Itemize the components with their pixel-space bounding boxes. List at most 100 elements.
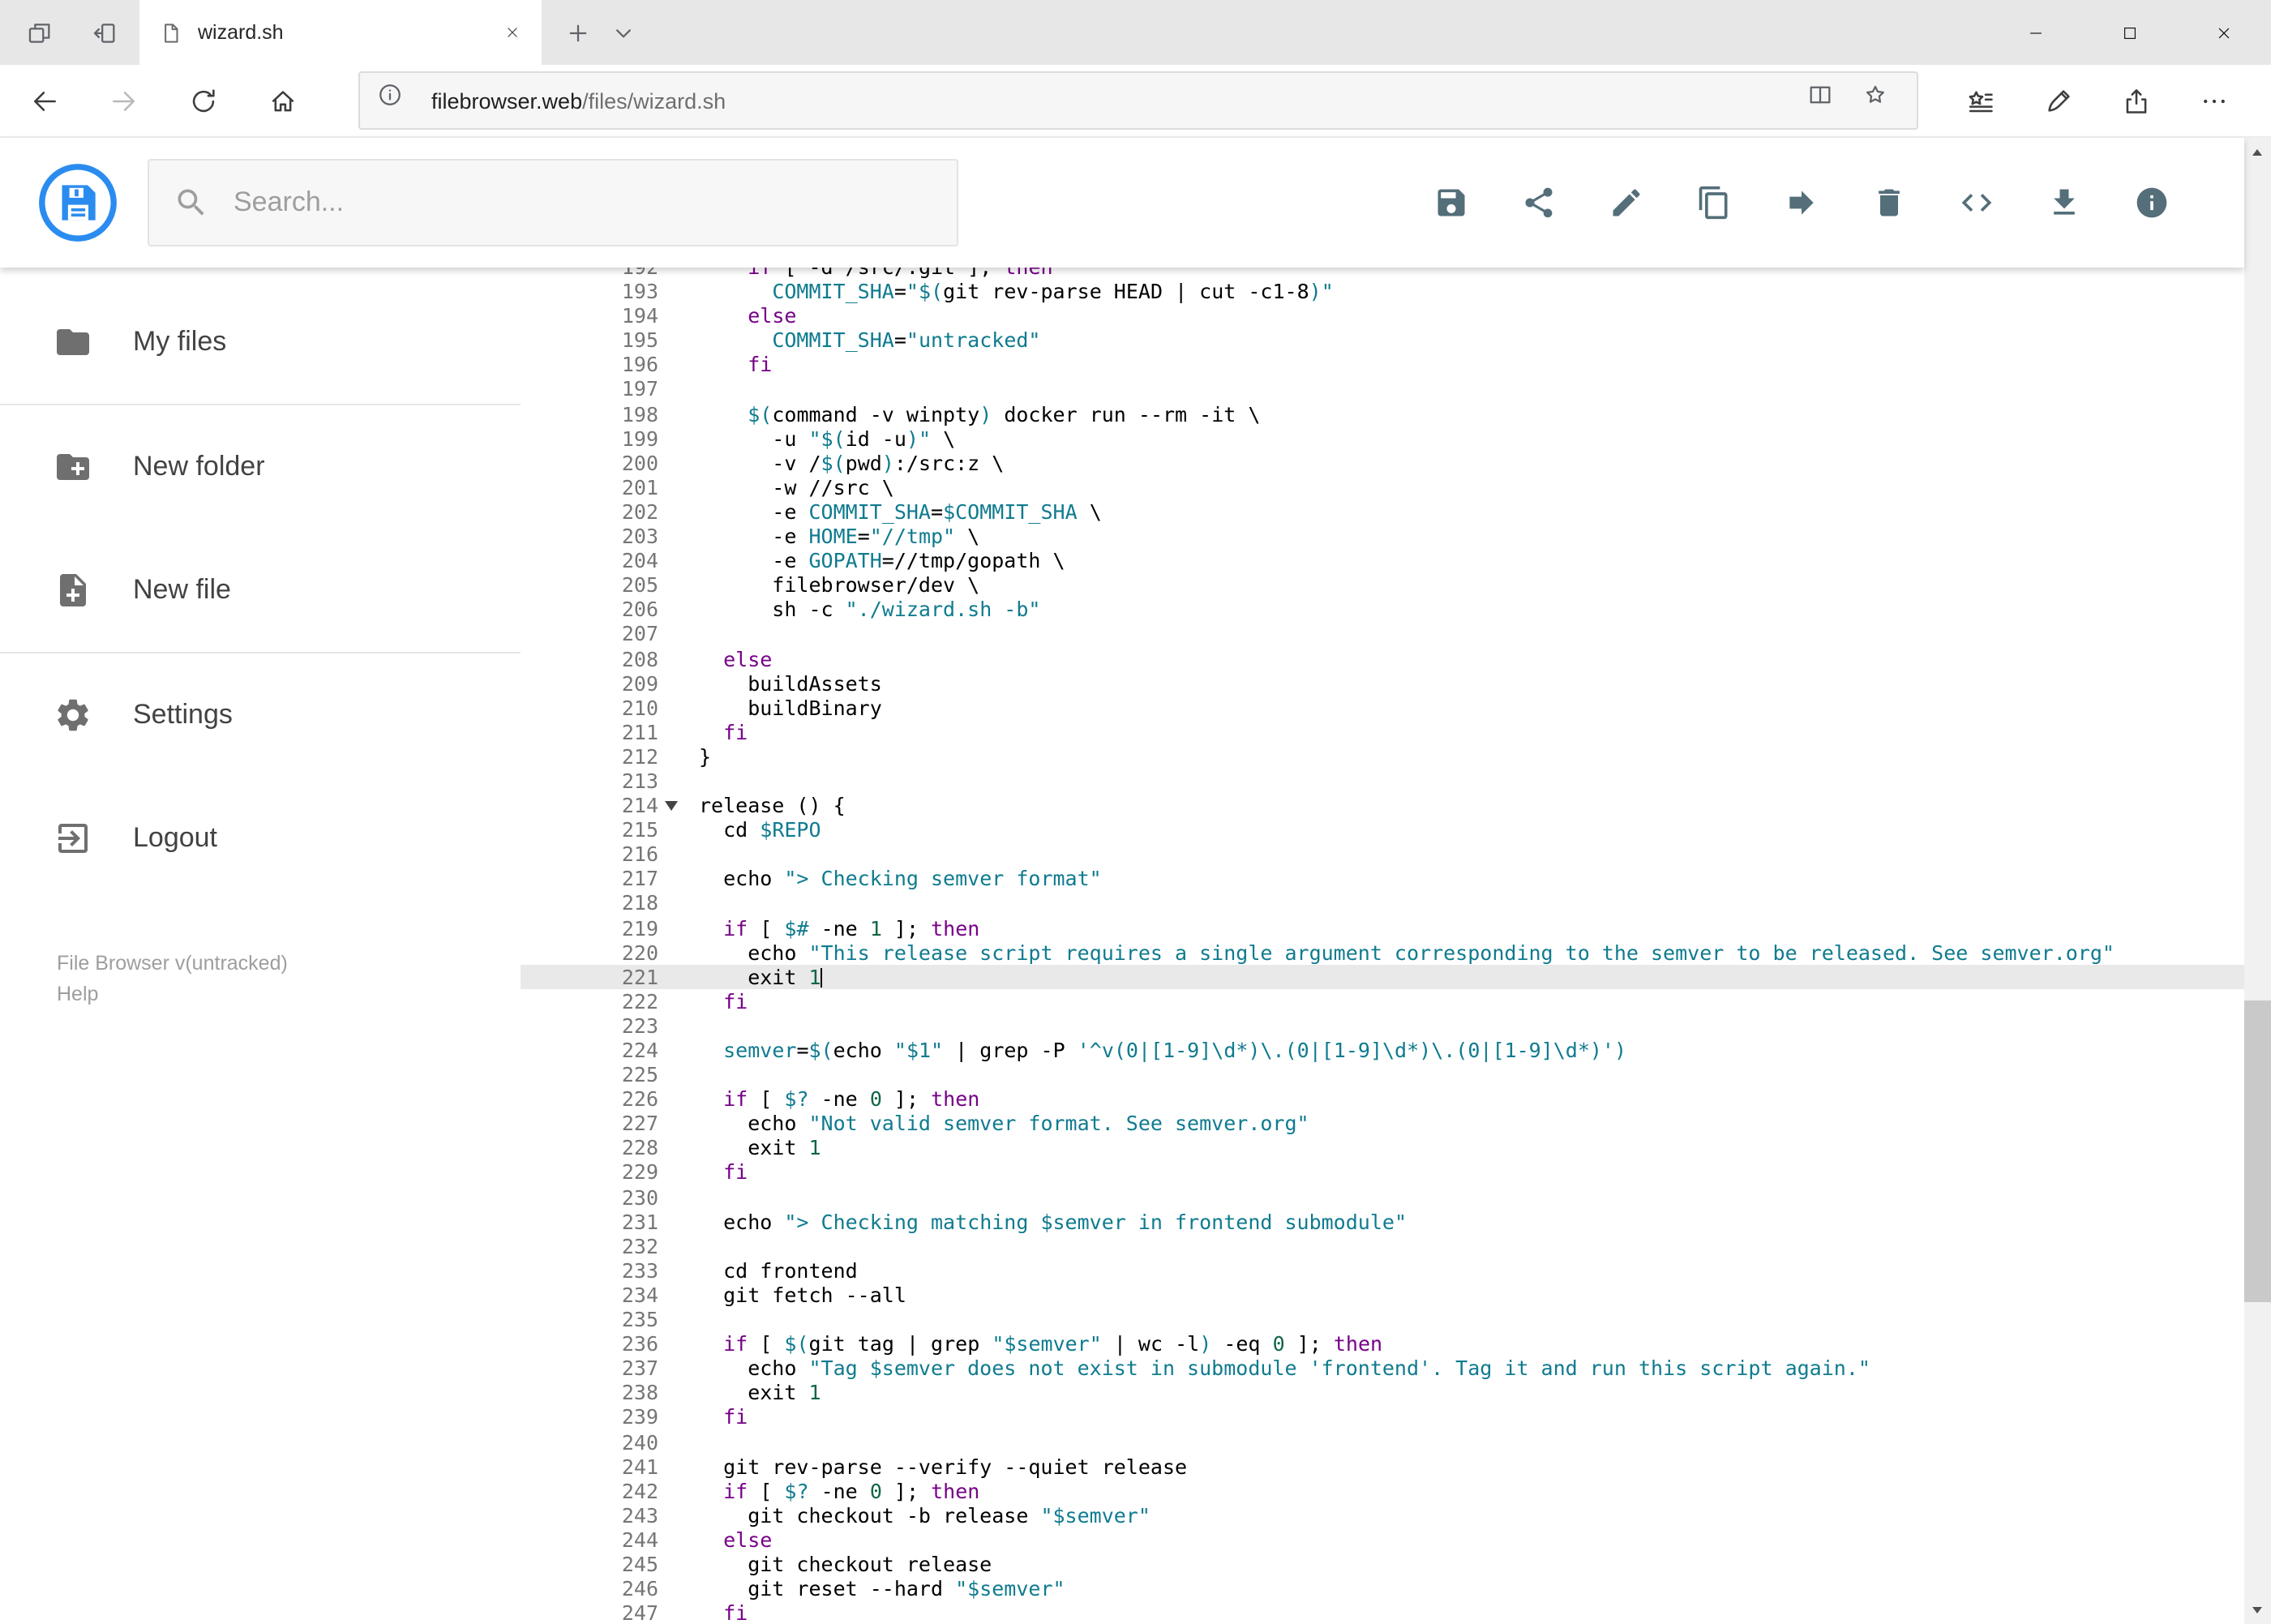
- code-button[interactable]: [1932, 159, 2020, 246]
- scroll-down-arrow[interactable]: [2243, 1596, 2271, 1624]
- code-line[interactable]: 235: [521, 1307, 2243, 1331]
- sidebar-item-my-files[interactable]: My files: [0, 281, 521, 404]
- code-line[interactable]: 243 git checkout -b release "$semver": [521, 1503, 2243, 1528]
- delete-button[interactable]: [1845, 159, 1932, 246]
- code-line[interactable]: 247 fi: [521, 1600, 2243, 1624]
- move-button[interactable]: [1757, 159, 1845, 246]
- code-line[interactable]: 230: [521, 1185, 2243, 1209]
- code-line[interactable]: 233 cd frontend: [521, 1258, 2243, 1283]
- address-bar[interactable]: filebrowser.web/files/wizard.sh: [358, 71, 1917, 130]
- code-line[interactable]: 207: [521, 622, 2243, 646]
- code-line[interactable]: 203 -e HOME="//tmp" \: [521, 524, 2243, 548]
- sidebar-item-new-file[interactable]: New file: [0, 529, 521, 652]
- code-line[interactable]: 223: [521, 1013, 2243, 1038]
- code-line[interactable]: 202 -e COMMIT_SHA=$COMMIT_SHA \: [521, 499, 2243, 524]
- code-line[interactable]: 228 exit 1: [521, 1136, 2243, 1160]
- code-line[interactable]: 236 if [ $(git tag | grep "$semver" | wc…: [521, 1331, 2243, 1356]
- code-line[interactable]: 224 semver=$(echo "$1" | grep -P '^v(0|[…: [521, 1038, 2243, 1062]
- scroll-up-arrow[interactable]: [2243, 138, 2271, 165]
- rename-button[interactable]: [1582, 159, 1669, 246]
- code-line[interactable]: 232: [521, 1234, 2243, 1258]
- download-button[interactable]: [2020, 159, 2107, 246]
- reading-view-button[interactable]: [1806, 81, 1845, 120]
- code-line[interactable]: 239 fi: [521, 1405, 2243, 1429]
- code-line[interactable]: 195 COMMIT_SHA="untracked": [521, 328, 2243, 353]
- code-line[interactable]: 234 git fetch --all: [521, 1283, 2243, 1307]
- code-line[interactable]: 229 fi: [521, 1160, 2243, 1185]
- close-button[interactable]: [2177, 0, 2271, 65]
- code-line[interactable]: 204 -e GOPATH=//tmp/gopath \: [521, 548, 2243, 572]
- code-line[interactable]: 217 echo "> Checking semver format": [521, 867, 2243, 891]
- set-aside-tabs-button[interactable]: [81, 10, 126, 55]
- web-notes-button[interactable]: [2025, 68, 2093, 133]
- code-line[interactable]: 193 COMMIT_SHA="$(git rev-parse HEAD | c…: [521, 279, 2243, 303]
- refresh-button[interactable]: [170, 68, 235, 133]
- code-line[interactable]: 226 if [ $? -ne 0 ]; then: [521, 1086, 2243, 1111]
- sidebar-item-logout[interactable]: Logout: [0, 777, 521, 900]
- help-link[interactable]: Help: [57, 979, 521, 1010]
- more-options-button[interactable]: [2180, 68, 2248, 133]
- code-line[interactable]: 241 git rev-parse --verify --quiet relea…: [521, 1454, 2243, 1478]
- hub-favorites-button[interactable]: [1947, 68, 2015, 133]
- code-line[interactable]: 211 fi: [521, 720, 2243, 744]
- copy-button[interactable]: [1669, 159, 1757, 246]
- maximize-button[interactable]: [2083, 0, 2177, 65]
- info-button[interactable]: [2107, 159, 2195, 246]
- code-line[interactable]: 197: [521, 377, 2243, 401]
- code-line[interactable]: 208 else: [521, 646, 2243, 671]
- code-line[interactable]: 220 echo "This release script requires a…: [521, 940, 2243, 964]
- code-line[interactable]: 221 exit 1: [521, 964, 2243, 989]
- code-line[interactable]: 213: [521, 769, 2243, 793]
- code-line[interactable]: 244 else: [521, 1528, 2243, 1552]
- code-line[interactable]: 199 -u "$(id -u)" \: [521, 426, 2243, 450]
- code-line[interactable]: 238 exit 1: [521, 1381, 2243, 1405]
- minimize-button[interactable]: [1989, 0, 2083, 65]
- code-line[interactable]: 212}: [521, 744, 2243, 769]
- code-line[interactable]: 222 fi: [521, 989, 2243, 1013]
- new-tab-button[interactable]: [555, 10, 600, 55]
- scrollbar-thumb[interactable]: [2243, 1001, 2271, 1302]
- search-input[interactable]: [230, 185, 932, 221]
- sidebar-item-settings[interactable]: Settings: [0, 653, 521, 777]
- favorite-button[interactable]: [1861, 81, 1900, 120]
- share-page-button[interactable]: [2102, 68, 2170, 133]
- code-line[interactable]: 198 $(command -v winpty) docker run --rm…: [521, 401, 2243, 426]
- code-line[interactable]: 214 release () {: [521, 793, 2243, 817]
- site-info-button[interactable]: [376, 81, 415, 120]
- tab-preview-button[interactable]: [16, 10, 62, 55]
- filebrowser-logo-icon[interactable]: [36, 161, 120, 245]
- code-line[interactable]: 231 echo "> Checking matching $semver in…: [521, 1209, 2243, 1233]
- code-line[interactable]: 215 cd $REPO: [521, 817, 2243, 842]
- code-line[interactable]: 196 fi: [521, 353, 2243, 377]
- back-button[interactable]: [11, 68, 76, 133]
- code-line[interactable]: 240: [521, 1429, 2243, 1454]
- code-line[interactable]: 216: [521, 842, 2243, 867]
- fold-arrow-icon[interactable]: [665, 801, 678, 812]
- code-line[interactable]: 219 if [ $# -ne 1 ]; then: [521, 915, 2243, 940]
- sidebar-item-new-folder[interactable]: New folder: [0, 405, 521, 529]
- browser-tab[interactable]: wizard.sh: [139, 0, 542, 65]
- url-text[interactable]: filebrowser.web/files/wizard.sh: [431, 88, 726, 113]
- forward-button[interactable]: [91, 68, 156, 133]
- code-line[interactable]: 245 git checkout release: [521, 1552, 2243, 1576]
- code-line[interactable]: 246 git reset --hard "$semver": [521, 1576, 2243, 1600]
- code-line[interactable]: 218: [521, 891, 2243, 915]
- vertical-scrollbar[interactable]: [2243, 138, 2271, 1624]
- tab-close-button[interactable]: [496, 16, 529, 49]
- code-line[interactable]: 206 sh -c "./wizard.sh -b": [521, 598, 2243, 622]
- share-button[interactable]: [1494, 159, 1582, 246]
- search-box[interactable]: [148, 159, 958, 246]
- save-button[interactable]: [1407, 159, 1494, 246]
- code-line[interactable]: 210 buildBinary: [521, 695, 2243, 719]
- code-line[interactable]: 205 filebrowser/dev \: [521, 572, 2243, 597]
- code-line[interactable]: 200 -v /$(pwd):/src:z \: [521, 451, 2243, 475]
- tabs-dropdown-button[interactable]: [600, 10, 645, 55]
- home-button[interactable]: [250, 68, 315, 133]
- code-line[interactable]: 201 -w //src \: [521, 475, 2243, 499]
- code-line[interactable]: 192 if [ -d /src/.git ]; then: [521, 268, 2243, 279]
- code-line[interactable]: 194 else: [521, 303, 2243, 328]
- code-line[interactable]: 225: [521, 1062, 2243, 1086]
- code-editor[interactable]: 192 if [ -d /src/.git ]; then193 COMMIT_…: [521, 268, 2243, 1624]
- code-line[interactable]: 237 echo "Tag $semver does not exist in …: [521, 1356, 2243, 1380]
- code-line[interactable]: 242 if [ $? -ne 0 ]; then: [521, 1478, 2243, 1502]
